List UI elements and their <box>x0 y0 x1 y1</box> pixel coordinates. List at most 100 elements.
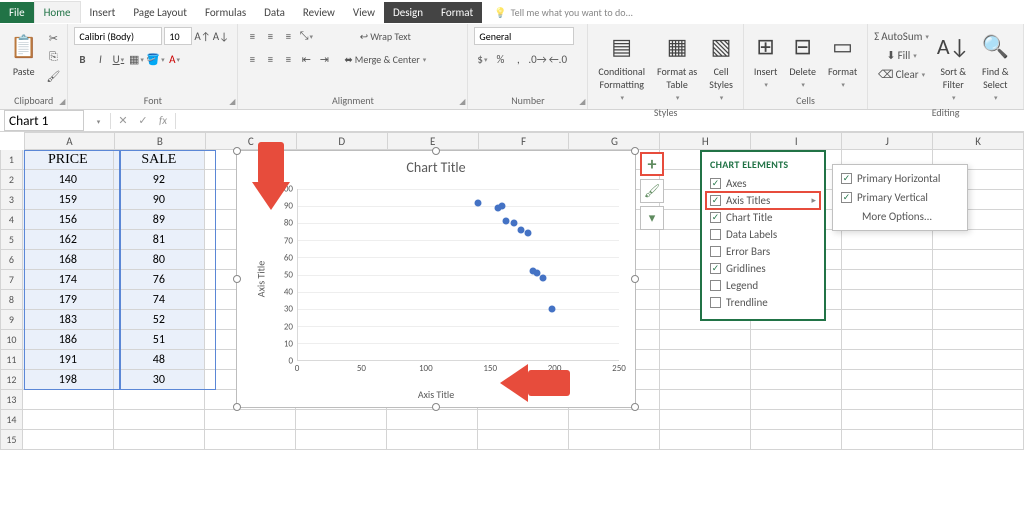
cell[interactable]: SALE <box>114 150 205 170</box>
cell[interactable]: 52 <box>114 310 205 330</box>
cell[interactable]: 89 <box>114 210 205 230</box>
column-header[interactable]: I <box>751 132 842 150</box>
cell[interactable] <box>842 250 933 270</box>
align-right-button[interactable]: ≡ <box>280 50 296 68</box>
cell[interactable]: 80 <box>114 250 205 270</box>
cell[interactable]: 156 <box>23 210 114 230</box>
row-header[interactable]: 2 <box>0 170 23 190</box>
cell[interactable] <box>933 350 1024 370</box>
chart-element-option[interactable]: Error Bars <box>706 243 820 260</box>
checkbox-icon[interactable] <box>710 297 721 308</box>
tab-review[interactable]: Review <box>294 2 344 23</box>
cell[interactable] <box>114 410 205 430</box>
data-point[interactable] <box>524 230 531 237</box>
row-header[interactable]: 10 <box>0 330 23 350</box>
italic-button[interactable]: I <box>92 50 108 68</box>
cell[interactable] <box>933 370 1024 390</box>
cell[interactable]: 174 <box>23 270 114 290</box>
format-cells-button[interactable]: ▭Format <box>824 27 861 91</box>
row-header[interactable]: 9 <box>0 310 23 330</box>
decrease-decimal-button[interactable]: ←.0 <box>549 50 567 68</box>
wrap-text-button[interactable]: ↩ Wrap Text <box>344 27 426 45</box>
cell[interactable] <box>660 410 751 430</box>
cell[interactable] <box>933 410 1024 430</box>
cell[interactable] <box>205 430 296 450</box>
cell[interactable]: 48 <box>114 350 205 370</box>
cell[interactable] <box>660 350 751 370</box>
cell[interactable] <box>205 410 296 430</box>
format-painter-button[interactable]: 🖌 <box>45 67 61 85</box>
cell[interactable] <box>933 270 1024 290</box>
data-point[interactable] <box>549 305 556 312</box>
cell[interactable] <box>842 430 933 450</box>
data-point[interactable] <box>474 199 481 206</box>
cell[interactable] <box>114 430 205 450</box>
cell[interactable] <box>660 390 751 410</box>
chart-styles-button[interactable]: 🖌 <box>640 179 664 203</box>
cell[interactable]: 51 <box>114 330 205 350</box>
checkbox-icon[interactable]: ✓ <box>841 173 852 184</box>
tab-data[interactable]: Data <box>255 2 294 23</box>
checkbox-icon[interactable] <box>710 246 721 257</box>
number-format-select[interactable] <box>474 27 574 45</box>
column-header[interactable]: C <box>206 132 297 150</box>
tab-format[interactable]: Format <box>432 2 482 23</box>
checkbox-icon[interactable]: ✓ <box>710 212 721 223</box>
cell[interactable] <box>751 410 842 430</box>
row-header[interactable]: 6 <box>0 250 23 270</box>
resize-handle[interactable] <box>233 147 241 155</box>
checkbox-icon[interactable]: ✓ <box>710 178 721 189</box>
worksheet-grid[interactable]: ABCDEFGHIJK 1PRICESALE214092315990415689… <box>0 132 1024 512</box>
chart-element-option[interactable]: Data Labels <box>706 226 820 243</box>
resize-handle[interactable] <box>631 275 639 283</box>
cell[interactable]: 198 <box>23 370 114 390</box>
row-header[interactable]: 14 <box>0 410 23 430</box>
cell[interactable] <box>660 430 751 450</box>
data-point[interactable] <box>540 274 547 281</box>
row-header[interactable]: 15 <box>0 430 23 450</box>
cell[interactable] <box>842 350 933 370</box>
font-color-button[interactable]: A <box>167 50 183 68</box>
chart-element-option[interactable]: ✓Gridlines <box>706 260 820 277</box>
cell[interactable] <box>842 390 933 410</box>
merge-center-button[interactable]: ⬌ Merge & Center <box>344 50 426 68</box>
cell[interactable] <box>387 410 478 430</box>
name-box-dropdown[interactable] <box>88 114 108 127</box>
cell[interactable] <box>751 350 842 370</box>
resize-handle[interactable] <box>233 403 241 411</box>
cell[interactable]: 179 <box>23 290 114 310</box>
cell[interactable] <box>933 330 1024 350</box>
column-header[interactable]: A <box>24 132 115 150</box>
increase-decimal-button[interactable]: .0→ <box>528 50 546 68</box>
cell[interactable] <box>296 410 387 430</box>
cell[interactable] <box>933 290 1024 310</box>
cell[interactable] <box>933 230 1024 250</box>
cell[interactable]: 76 <box>114 270 205 290</box>
chart-elements-button[interactable]: + <box>640 152 664 176</box>
chart-element-option[interactable]: ✓Chart Title <box>706 209 820 226</box>
cell[interactable]: 183 <box>23 310 114 330</box>
cell-styles-button[interactable]: ▧Cell Styles <box>705 27 737 104</box>
font-size-select[interactable] <box>164 27 192 45</box>
cell[interactable] <box>569 430 660 450</box>
clear-button[interactable]: ⌫ Clear <box>874 65 929 83</box>
row-header[interactable]: 12 <box>0 370 23 390</box>
bold-button[interactable]: B <box>74 50 90 68</box>
shrink-font-button[interactable]: A↓ <box>213 27 229 45</box>
cell[interactable] <box>478 430 569 450</box>
cell[interactable]: 81 <box>114 230 205 250</box>
cell[interactable] <box>660 370 751 390</box>
cell[interactable] <box>933 390 1024 410</box>
cell[interactable] <box>842 290 933 310</box>
resize-handle[interactable] <box>233 275 241 283</box>
row-header[interactable]: 5 <box>0 230 23 250</box>
sort-filter-button[interactable]: A↓Sort & Filter <box>933 27 974 104</box>
column-header[interactable]: G <box>569 132 660 150</box>
resize-handle[interactable] <box>432 403 440 411</box>
cell[interactable] <box>933 250 1024 270</box>
row-header[interactable]: 13 <box>0 390 23 410</box>
submenu-option[interactable]: ✓Primary Horizontal <box>837 169 963 188</box>
row-header[interactable]: 8 <box>0 290 23 310</box>
enter-formula-button[interactable]: ✓ <box>133 114 153 127</box>
cell[interactable]: 191 <box>23 350 114 370</box>
